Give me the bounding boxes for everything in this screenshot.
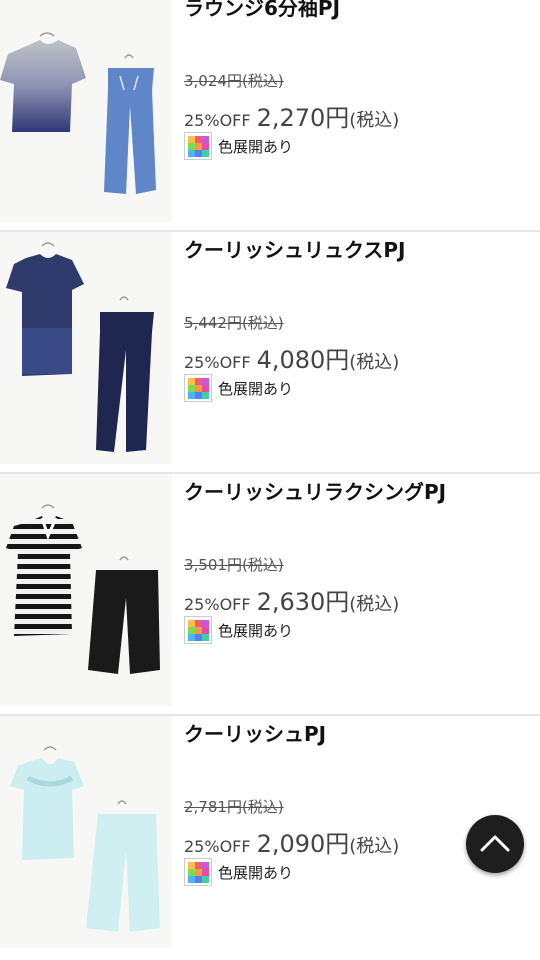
discount-label: 25%OFF bbox=[184, 595, 251, 614]
tax-label: (税込) bbox=[349, 836, 400, 857]
sale-price: 4,080円 bbox=[256, 346, 350, 374]
color-variation-label: 色展開あり bbox=[218, 137, 294, 156]
tax-label: (税込) bbox=[349, 352, 400, 373]
tax-label: (税込) bbox=[349, 110, 400, 131]
product-image[interactable] bbox=[0, 474, 172, 706]
product-item[interactable]: クーリッシュリラクシングPJ 3,501円(税込) 25%OFF 2,630円(税… bbox=[0, 474, 540, 716]
discount-label: 25%OFF bbox=[184, 837, 251, 856]
product-item[interactable]: クーリッシュPJ 2,781円(税込) 25%OFF 2,090円(税込) 色展開… bbox=[0, 716, 540, 958]
product-image[interactable] bbox=[0, 0, 172, 222]
chevron-up-icon bbox=[480, 835, 510, 852]
product-title[interactable]: クーリッシュPJ bbox=[184, 718, 326, 747]
sale-price: 2,270円 bbox=[256, 104, 350, 132]
sale-price-line: 25%OFF 2,630円(税込) bbox=[184, 582, 399, 617]
color-variation-label: 色展開あり bbox=[218, 379, 294, 398]
original-price: 3,024円(税込) bbox=[184, 72, 284, 90]
sale-price-line: 25%OFF 2,090円(税込) bbox=[184, 824, 399, 859]
discount-label: 25%OFF bbox=[184, 111, 251, 130]
color-palette-icon bbox=[184, 858, 212, 886]
product-title[interactable]: ラウンジ6分袖PJ bbox=[184, 0, 340, 21]
sale-price-line: 25%OFF 4,080円(税込) bbox=[184, 340, 399, 375]
color-variations: 色展開あり bbox=[184, 616, 293, 644]
color-variation-label: 色展開あり bbox=[218, 621, 294, 640]
product-image[interactable] bbox=[0, 716, 172, 948]
sale-price: 2,630円 bbox=[256, 588, 350, 616]
color-palette-icon bbox=[184, 132, 212, 160]
color-variations: 色展開あり bbox=[184, 132, 293, 160]
sale-price-line: 25%OFF 2,270円(税込) bbox=[184, 98, 399, 133]
product-title[interactable]: クーリッシュリラクシングPJ bbox=[184, 476, 446, 505]
product-item[interactable]: ラウンジ6分袖PJ 3,024円(税込) 25%OFF 2,270円(税込) 色展… bbox=[0, 0, 540, 232]
color-palette-icon bbox=[184, 374, 212, 402]
color-variation-label: 色展開あり bbox=[218, 863, 294, 882]
tax-label: (税込) bbox=[349, 594, 400, 615]
color-variations: 色展開あり bbox=[184, 374, 293, 402]
product-image[interactable] bbox=[0, 232, 172, 464]
color-palette-icon bbox=[184, 616, 212, 644]
original-price: 3,501円(税込) bbox=[184, 556, 284, 574]
sale-price: 2,090円 bbox=[256, 830, 350, 858]
product-item[interactable]: クーリッシュリュクスPJ 5,442円(税込) 25%OFF 4,080円(税込)… bbox=[0, 232, 540, 474]
discount-label: 25%OFF bbox=[184, 353, 251, 372]
product-title[interactable]: クーリッシュリュクスPJ bbox=[184, 234, 406, 263]
scroll-to-top-button[interactable] bbox=[466, 815, 524, 873]
original-price: 2,781円(税込) bbox=[184, 798, 284, 816]
color-variations: 色展開あり bbox=[184, 858, 293, 886]
original-price: 5,442円(税込) bbox=[184, 314, 284, 332]
